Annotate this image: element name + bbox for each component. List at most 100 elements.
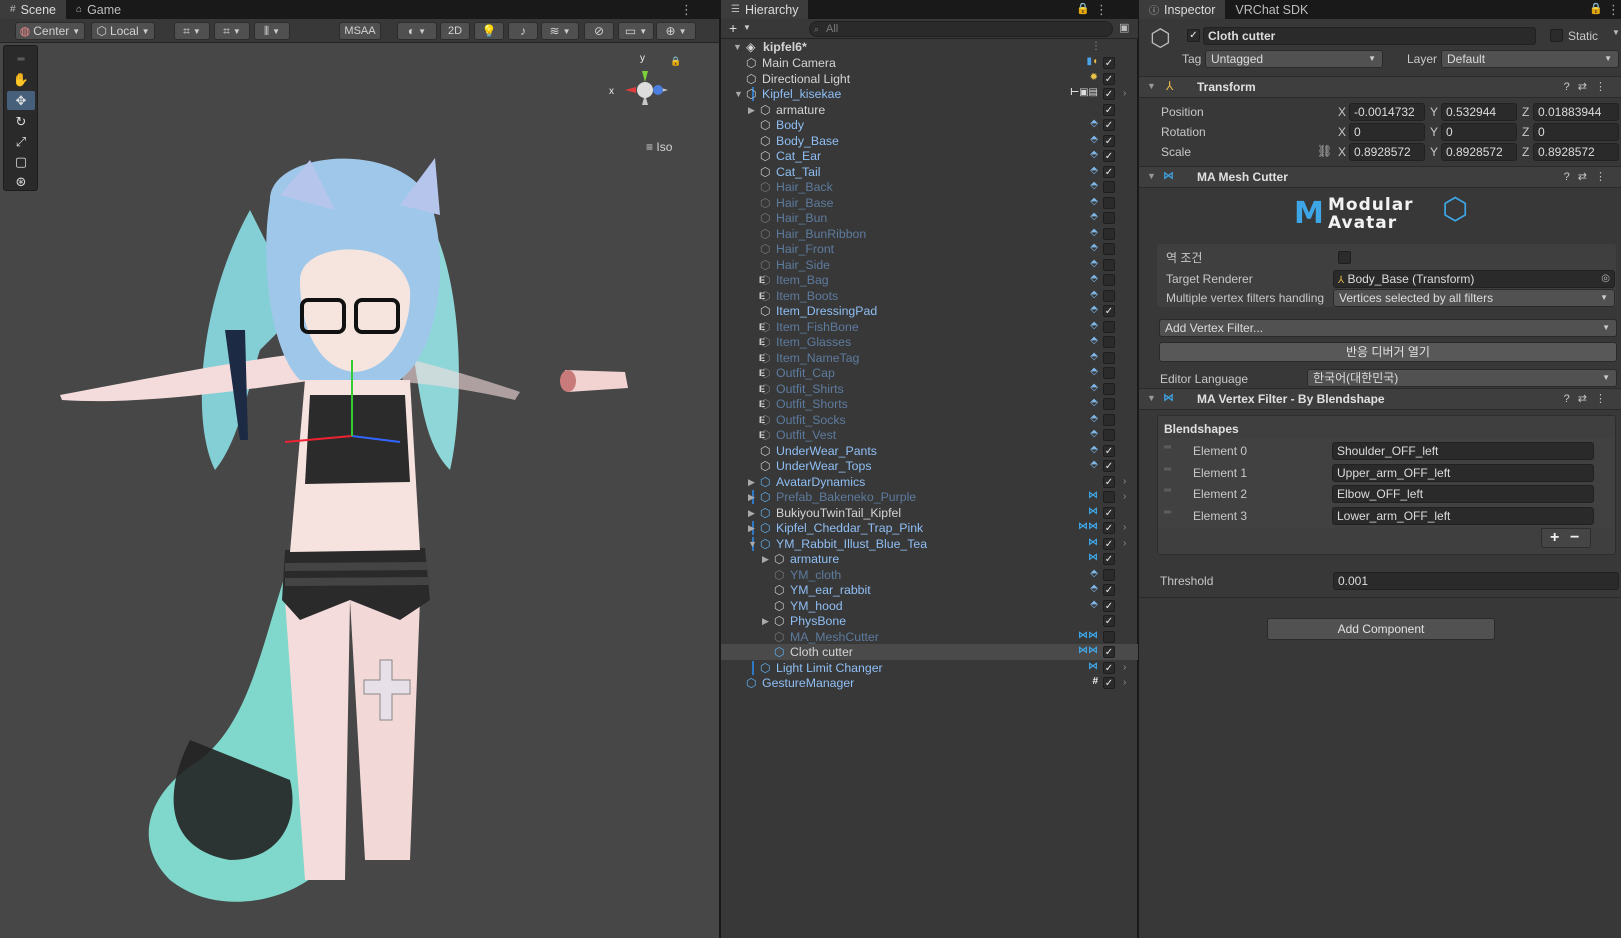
help-icon[interactable]: ?: [1564, 171, 1578, 183]
lock-icon[interactable]: 🔒: [1076, 2, 1090, 15]
hierarchy-row[interactable]: ⬡ Hair_Side ⬘: [721, 257, 1138, 273]
active-checkbox[interactable]: ✓: [1187, 29, 1200, 42]
tab-scene[interactable]: # Scene: [0, 0, 67, 19]
active-toggle[interactable]: [1103, 491, 1115, 503]
active-toggle[interactable]: ✓: [1103, 103, 1115, 116]
kebab-icon[interactable]: ⋮: [1595, 171, 1614, 183]
drag-handle-icon[interactable]: ═: [1164, 442, 1171, 453]
kebab-icon[interactable]: ⋮: [1595, 81, 1614, 93]
hierarchy-row[interactable]: ⬡ Item_DressingPad ⬘ ✓: [721, 303, 1138, 319]
target-renderer-field[interactable]: ⅄ Body_Base (Transform) ◎: [1333, 270, 1615, 288]
active-toggle[interactable]: ✓: [1103, 119, 1115, 131]
active-toggle[interactable]: [1103, 181, 1115, 193]
chevron-right-icon[interactable]: ›: [1123, 536, 1126, 552]
tab-inspector[interactable]: ⓘ Inspector: [1139, 0, 1226, 19]
hierarchy-row[interactable]: ⬡ Light Limit Changer ⋈ ✓ ›: [721, 660, 1138, 676]
position-y-field[interactable]: 0.532944: [1441, 103, 1517, 121]
expand-arrow-icon[interactable]: ▼: [734, 86, 743, 102]
multi-filter-dropdown[interactable]: Vertices selected by all filters ▼: [1333, 289, 1615, 307]
hierarchy-row[interactable]: ⬡ Hair_Front ⬘: [721, 241, 1138, 257]
transform-tool-icon[interactable]: ⊛: [7, 172, 35, 191]
link-icon[interactable]: ⛓: [1317, 144, 1332, 158]
hierarchy-row[interactable]: E ⬡ Item_Bag ⬘: [721, 272, 1138, 288]
remove-element-button[interactable]: −: [1570, 529, 1579, 547]
collapse-arrow-icon[interactable]: ▶: [748, 520, 755, 536]
blendshape-element-row[interactable]: ═ Element 0 Shoulder_OFF_left: [1158, 441, 1615, 461]
drag-handle-icon[interactable]: ═: [1164, 464, 1171, 475]
hierarchy-row[interactable]: ▶ ⬡ Kipfel_Cheddar_Trap_Pink ⋈⋈ ✓ ›: [721, 520, 1138, 536]
hierarchy-row[interactable]: E ⬡ Item_FishBone ⬘: [721, 319, 1138, 335]
create-plus-icon[interactable]: +: [729, 20, 737, 36]
component-actions[interactable]: ?⇄⋮: [1564, 170, 1614, 183]
active-toggle[interactable]: ✓: [1103, 444, 1115, 457]
active-toggle[interactable]: ✓: [1103, 134, 1115, 147]
active-toggle[interactable]: ✓: [1103, 460, 1115, 472]
hierarchy-row[interactable]: ⬡ Hair_Bun ⬘: [721, 210, 1138, 226]
avatar-model[interactable]: [0, 43, 719, 938]
chevron-down-icon[interactable]: ▼: [743, 23, 751, 32]
preset-icon[interactable]: ⇄: [1578, 171, 1595, 183]
active-toggle[interactable]: ✓: [1103, 165, 1115, 178]
hierarchy-row[interactable]: ⬡ YM_hood ⬘ ✓: [721, 598, 1138, 614]
editor-language-dropdown[interactable]: 한국어(대한민국) ▼: [1307, 369, 1617, 387]
msaa-button[interactable]: MSAA: [339, 22, 381, 40]
hierarchy-row[interactable]: E ⬡ Outfit_Vest ⬘: [721, 427, 1138, 443]
hierarchy-row[interactable]: ⬡ Directional Light ✹ ✓: [721, 71, 1138, 87]
rotation-z-field[interactable]: 0: [1533, 123, 1619, 141]
snap-increment-button[interactable]: ⌗ ▼: [214, 22, 250, 40]
active-toggle[interactable]: [1103, 630, 1115, 643]
active-toggle[interactable]: ✓: [1103, 475, 1115, 488]
active-toggle[interactable]: ✓: [1103, 88, 1115, 100]
hierarchy-row[interactable]: ⬡ UnderWear_Tops ⬘ ✓: [721, 458, 1138, 474]
hierarchy-row[interactable]: ⬡ Main Camera ▮◖ ✓: [721, 55, 1138, 71]
lighting-toggle[interactable]: 💡: [474, 22, 504, 40]
active-toggle[interactable]: [1103, 274, 1115, 286]
preset-icon[interactable]: ⇄: [1578, 81, 1595, 93]
hierarchy-row[interactable]: ▶ ⬡ armature ⋈ ✓: [721, 551, 1138, 567]
hierarchy-row[interactable]: E ⬡ Outfit_Shorts ⬘: [721, 396, 1138, 412]
blendshape-name-field[interactable]: Upper_arm_OFF_left: [1332, 463, 1594, 482]
active-toggle[interactable]: [1103, 568, 1115, 581]
active-toggle[interactable]: [1103, 413, 1115, 426]
hierarchy-row[interactable]: ▶ ⬡ armature ✓: [721, 102, 1138, 118]
orientation-gizmo[interactable]: [622, 58, 692, 128]
scene-menu-icon[interactable]: ⋮: [680, 2, 693, 18]
hierarchy-row[interactable]: ⬡ Hair_Back ⬘: [721, 179, 1138, 195]
camera-dropdown[interactable]: ▭ ▼: [618, 22, 654, 40]
active-toggle[interactable]: ✓: [1103, 677, 1115, 689]
scale-tool-icon[interactable]: ⤢: [7, 132, 35, 151]
hierarchy-row[interactable]: E ⬡ Outfit_Cap ⬘: [721, 365, 1138, 381]
active-toggle[interactable]: ✓: [1103, 646, 1115, 658]
active-toggle[interactable]: [1103, 429, 1115, 441]
hierarchy-row[interactable]: ⬡ YM_cloth ⬘: [721, 567, 1138, 583]
add-element-button[interactable]: +: [1550, 529, 1559, 547]
rotation-x-field[interactable]: 0: [1349, 123, 1425, 141]
tab-vrchat-sdk[interactable]: VRChat SDK: [1225, 0, 1318, 19]
projection-label[interactable]: ≡ Iso: [646, 140, 672, 154]
threshold-field[interactable]: 0.001: [1333, 572, 1619, 590]
active-toggle[interactable]: [1103, 320, 1115, 333]
active-toggle[interactable]: ✓: [1103, 150, 1115, 162]
effects-dropdown[interactable]: ≋ ▼: [541, 22, 579, 40]
rect-tool-icon[interactable]: ▢: [7, 152, 35, 171]
pivot-mode-dropdown[interactable]: ◍ Center ▼: [15, 22, 85, 40]
active-toggle[interactable]: [1103, 227, 1115, 240]
active-toggle[interactable]: ✓: [1103, 522, 1115, 534]
pivot-rotation-dropdown[interactable]: ⬡ Local ▼: [91, 22, 155, 40]
active-toggle[interactable]: [1103, 398, 1115, 410]
hierarchy-row[interactable]: ▶ ⬡ BukiyouTwinTail_Kipfel ⋈ ✓: [721, 505, 1138, 521]
blendshape-name-field[interactable]: Lower_arm_OFF_left: [1332, 506, 1594, 525]
position-x-field[interactable]: -0.0014732: [1349, 103, 1425, 121]
grid-snap-button[interactable]: ⌗ ▼: [174, 22, 210, 40]
tab-game[interactable]: ⌂ Game: [66, 0, 131, 19]
hierarchy-row[interactable]: ⬡ GestureManager # ✓ ›: [721, 675, 1138, 691]
collapse-arrow-icon[interactable]: ▶: [748, 102, 755, 118]
hierarchy-row[interactable]: E ⬡ Item_Boots ⬘: [721, 288, 1138, 304]
scale-z-field[interactable]: 0.8928572: [1533, 143, 1619, 161]
active-toggle[interactable]: [1103, 212, 1115, 224]
active-toggle[interactable]: [1103, 367, 1115, 379]
align-button[interactable]: ⫴ ▼: [254, 22, 290, 40]
rotate-tool-icon[interactable]: ↻: [7, 112, 35, 131]
scale-x-field[interactable]: 0.8928572: [1349, 143, 1425, 161]
drag-handle-icon[interactable]: ═: [1164, 485, 1171, 496]
